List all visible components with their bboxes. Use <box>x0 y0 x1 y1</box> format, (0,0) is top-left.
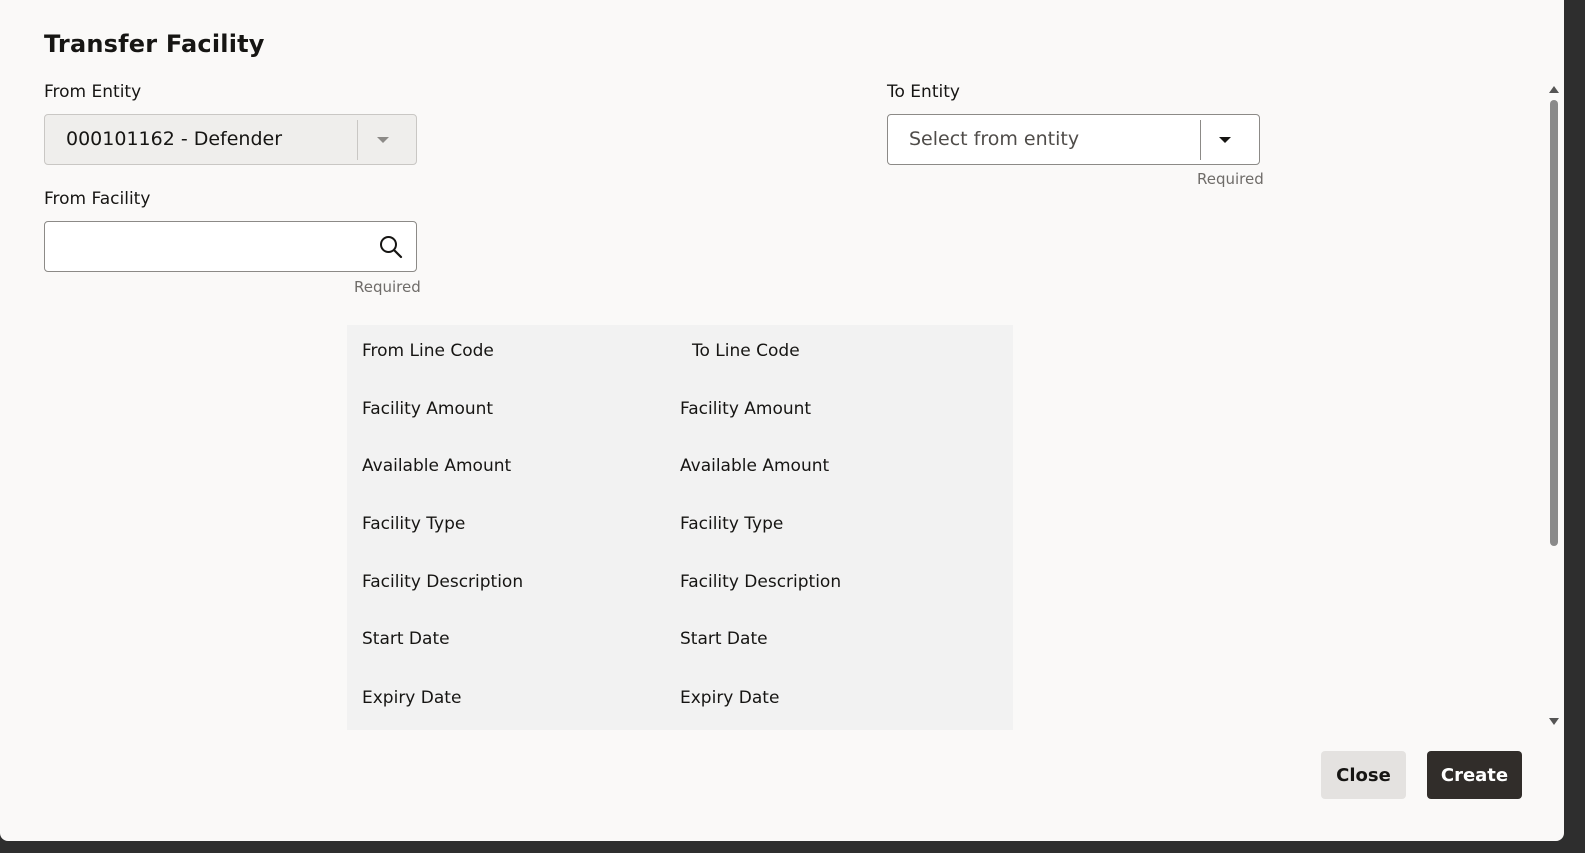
from-facility-amount-label: Facility Amount <box>362 399 494 419</box>
from-facility-label: From Facility <box>44 189 151 209</box>
to-entity-required: Required <box>1197 170 1264 188</box>
to-available-amount-label: Available Amount <box>680 456 830 476</box>
from-start-date-label: Start Date <box>362 629 450 649</box>
chevron-down-icon[interactable] <box>1219 137 1231 143</box>
create-button[interactable]: Create <box>1427 751 1522 799</box>
from-expiry-date-label: Expiry Date <box>362 688 462 708</box>
from-available-amount-label: Available Amount <box>362 456 512 476</box>
from-entity-value: 000101162 - Defender <box>66 128 283 150</box>
from-entity-divider <box>357 120 358 160</box>
transfer-facility-dialog: Transfer Facility From Entity 000101162 … <box>0 0 1564 841</box>
from-entity-select[interactable]: 000101162 - Defender <box>44 114 417 165</box>
scroll-up-arrow-icon[interactable] <box>1549 86 1559 93</box>
facility-comparison-panel: From Line Code To Line Code Facility Amo… <box>347 325 1013 730</box>
from-facility-input[interactable] <box>44 221 417 272</box>
from-entity-label: From Entity <box>44 82 142 102</box>
to-entity-select[interactable]: Select from entity <box>887 114 1260 165</box>
from-line-code-label: From Line Code <box>362 341 494 361</box>
to-entity-divider <box>1200 120 1201 160</box>
to-facility-description-label: Facility Description <box>680 572 842 592</box>
to-entity-placeholder: Select from entity <box>909 128 1080 150</box>
vertical-scrollbar[interactable] <box>1546 84 1564 732</box>
from-facility-type-label: Facility Type <box>362 514 466 534</box>
scroll-down-arrow-icon[interactable] <box>1549 718 1559 725</box>
from-facility-description-label: Facility Description <box>362 572 524 592</box>
to-line-code-label: To Line Code <box>692 341 800 361</box>
to-expiry-date-label: Expiry Date <box>680 688 780 708</box>
to-entity-label: To Entity <box>887 82 960 102</box>
to-facility-amount-label: Facility Amount <box>680 399 812 419</box>
dialog-title: Transfer Facility <box>44 30 265 58</box>
from-facility-required: Required <box>354 278 421 296</box>
chevron-down-icon <box>377 137 389 143</box>
to-facility-type-label: Facility Type <box>680 514 784 534</box>
search-icon[interactable] <box>378 234 404 260</box>
scrollbar-thumb[interactable] <box>1550 100 1558 546</box>
to-start-date-label: Start Date <box>680 629 768 649</box>
close-button[interactable]: Close <box>1321 751 1406 799</box>
